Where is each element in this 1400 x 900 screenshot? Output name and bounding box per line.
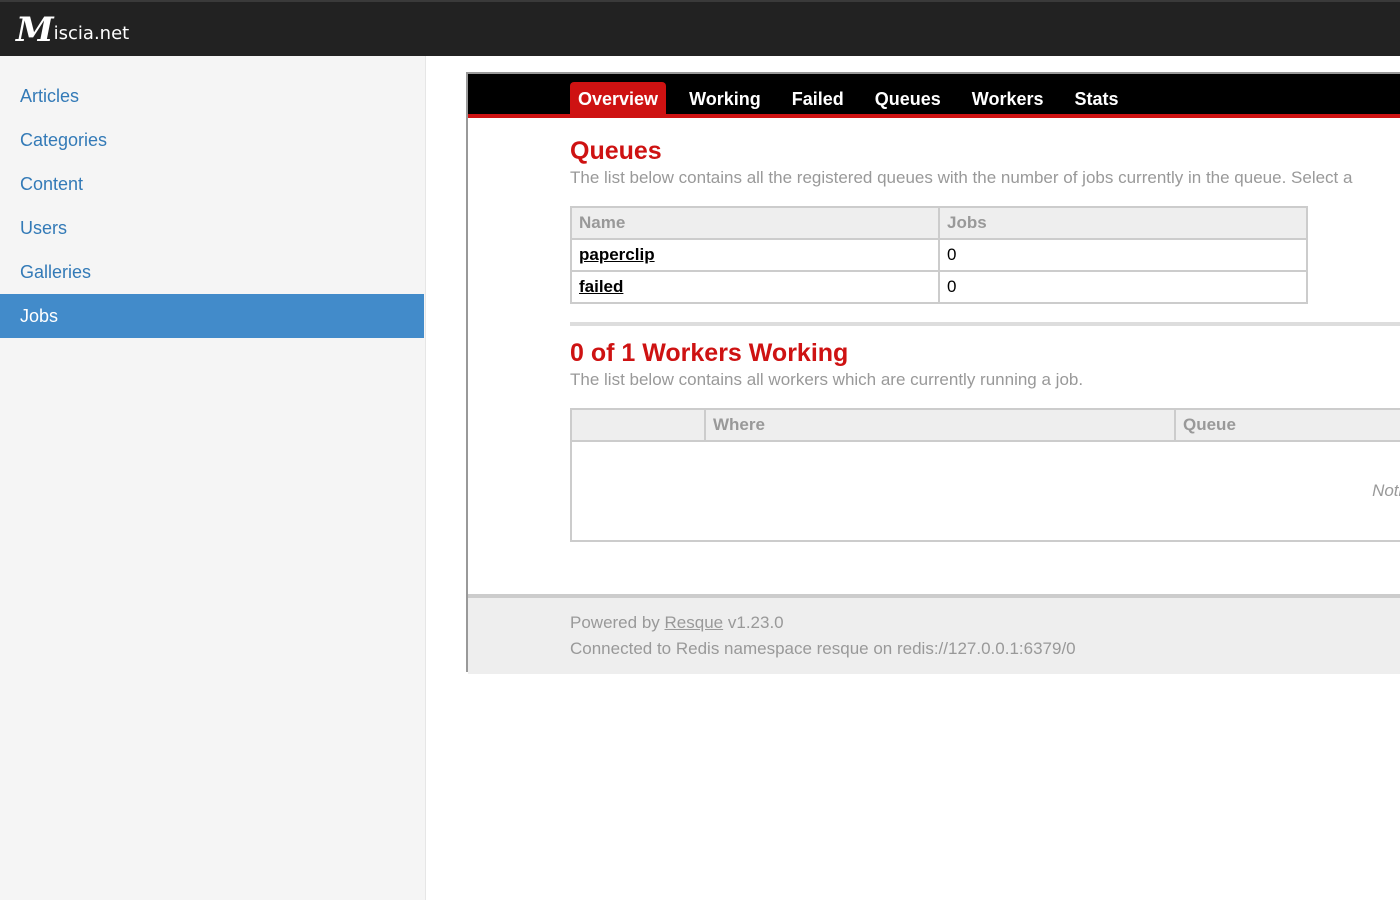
tab-stats[interactable]: Stats [1066,82,1126,116]
tab-workers[interactable]: Workers [964,82,1052,116]
resque-link[interactable]: Resque [665,613,724,632]
powered-by-label: Powered by [570,613,660,632]
sidebar-item-content[interactable]: Content [0,162,424,206]
tab-working[interactable]: Working [681,82,769,116]
column-header-queue: Queue [1174,408,1400,442]
column-header-jobs: Jobs [938,206,1308,240]
queue-name-cell: failed [570,270,940,304]
resque-header: Overview Working Failed Queues Workers S… [468,74,1400,118]
section-divider [570,322,1400,326]
resque-main: Queues The list below contains all the r… [570,136,1400,542]
brand-logo-link[interactable]: M iscia.net [16,12,129,48]
redis-connection-info: Connected to Redis namespace resque on r… [570,639,1076,658]
tab-overview[interactable]: Overview [570,82,667,116]
resque-version: v1.23.0 [727,613,784,632]
workers-empty-message: Noth [570,440,1400,542]
sidebar: Articles Categories Content Users Galler… [0,56,426,900]
table-header-row: Name Jobs [570,206,1308,240]
sidebar-item-articles[interactable]: Articles [0,74,424,118]
queue-link-failed[interactable]: failed [579,277,623,296]
brand-name: iscia.net [53,22,130,44]
resque-footer: Powered by Resque v1.23.0 Connected to R… [468,594,1400,674]
resque-tabs: Overview Working Failed Queues Workers S… [570,82,1142,116]
queues-table: Name Jobs paperclip 0 failed 0 [570,206,1308,304]
sidebar-item-categories[interactable]: Categories [0,118,424,162]
top-navbar: M iscia.net [0,0,1400,56]
tab-queues[interactable]: Queues [867,82,949,116]
table-row: Noth [570,440,1400,542]
sidebar-item-galleries[interactable]: Galleries [0,250,424,294]
table-row: failed 0 [570,270,1308,304]
brand-logo-mark: M [16,10,54,50]
column-header-name: Name [570,206,940,240]
queues-description: The list below contains all the register… [570,168,1353,187]
powered-by-line: Powered by Resque v1.23.0 [570,610,1400,636]
column-header-where: Where [704,408,1176,442]
queue-jobs-count: 0 [938,238,1308,272]
column-header-blank [570,408,706,442]
queues-heading: Queues [570,137,662,165]
sidebar-item-users[interactable]: Users [0,206,424,250]
workers-description: The list below contains all workers whic… [570,370,1084,389]
queue-name-cell: paperclip [570,238,940,272]
table-row: paperclip 0 [570,238,1308,272]
workers-heading: 0 of 1 Workers Working [570,339,849,367]
workers-table: Where Queue Noth [570,408,1400,542]
sidebar-item-jobs[interactable]: Jobs [0,294,424,338]
resque-frame: Overview Working Failed Queues Workers S… [466,72,1400,674]
tab-failed[interactable]: Failed [784,82,852,116]
sidebar-menu: Articles Categories Content Users Galler… [0,56,425,338]
queue-link-paperclip[interactable]: paperclip [579,245,655,264]
table-header-row: Where Queue [570,408,1400,442]
queue-jobs-count: 0 [938,270,1308,304]
